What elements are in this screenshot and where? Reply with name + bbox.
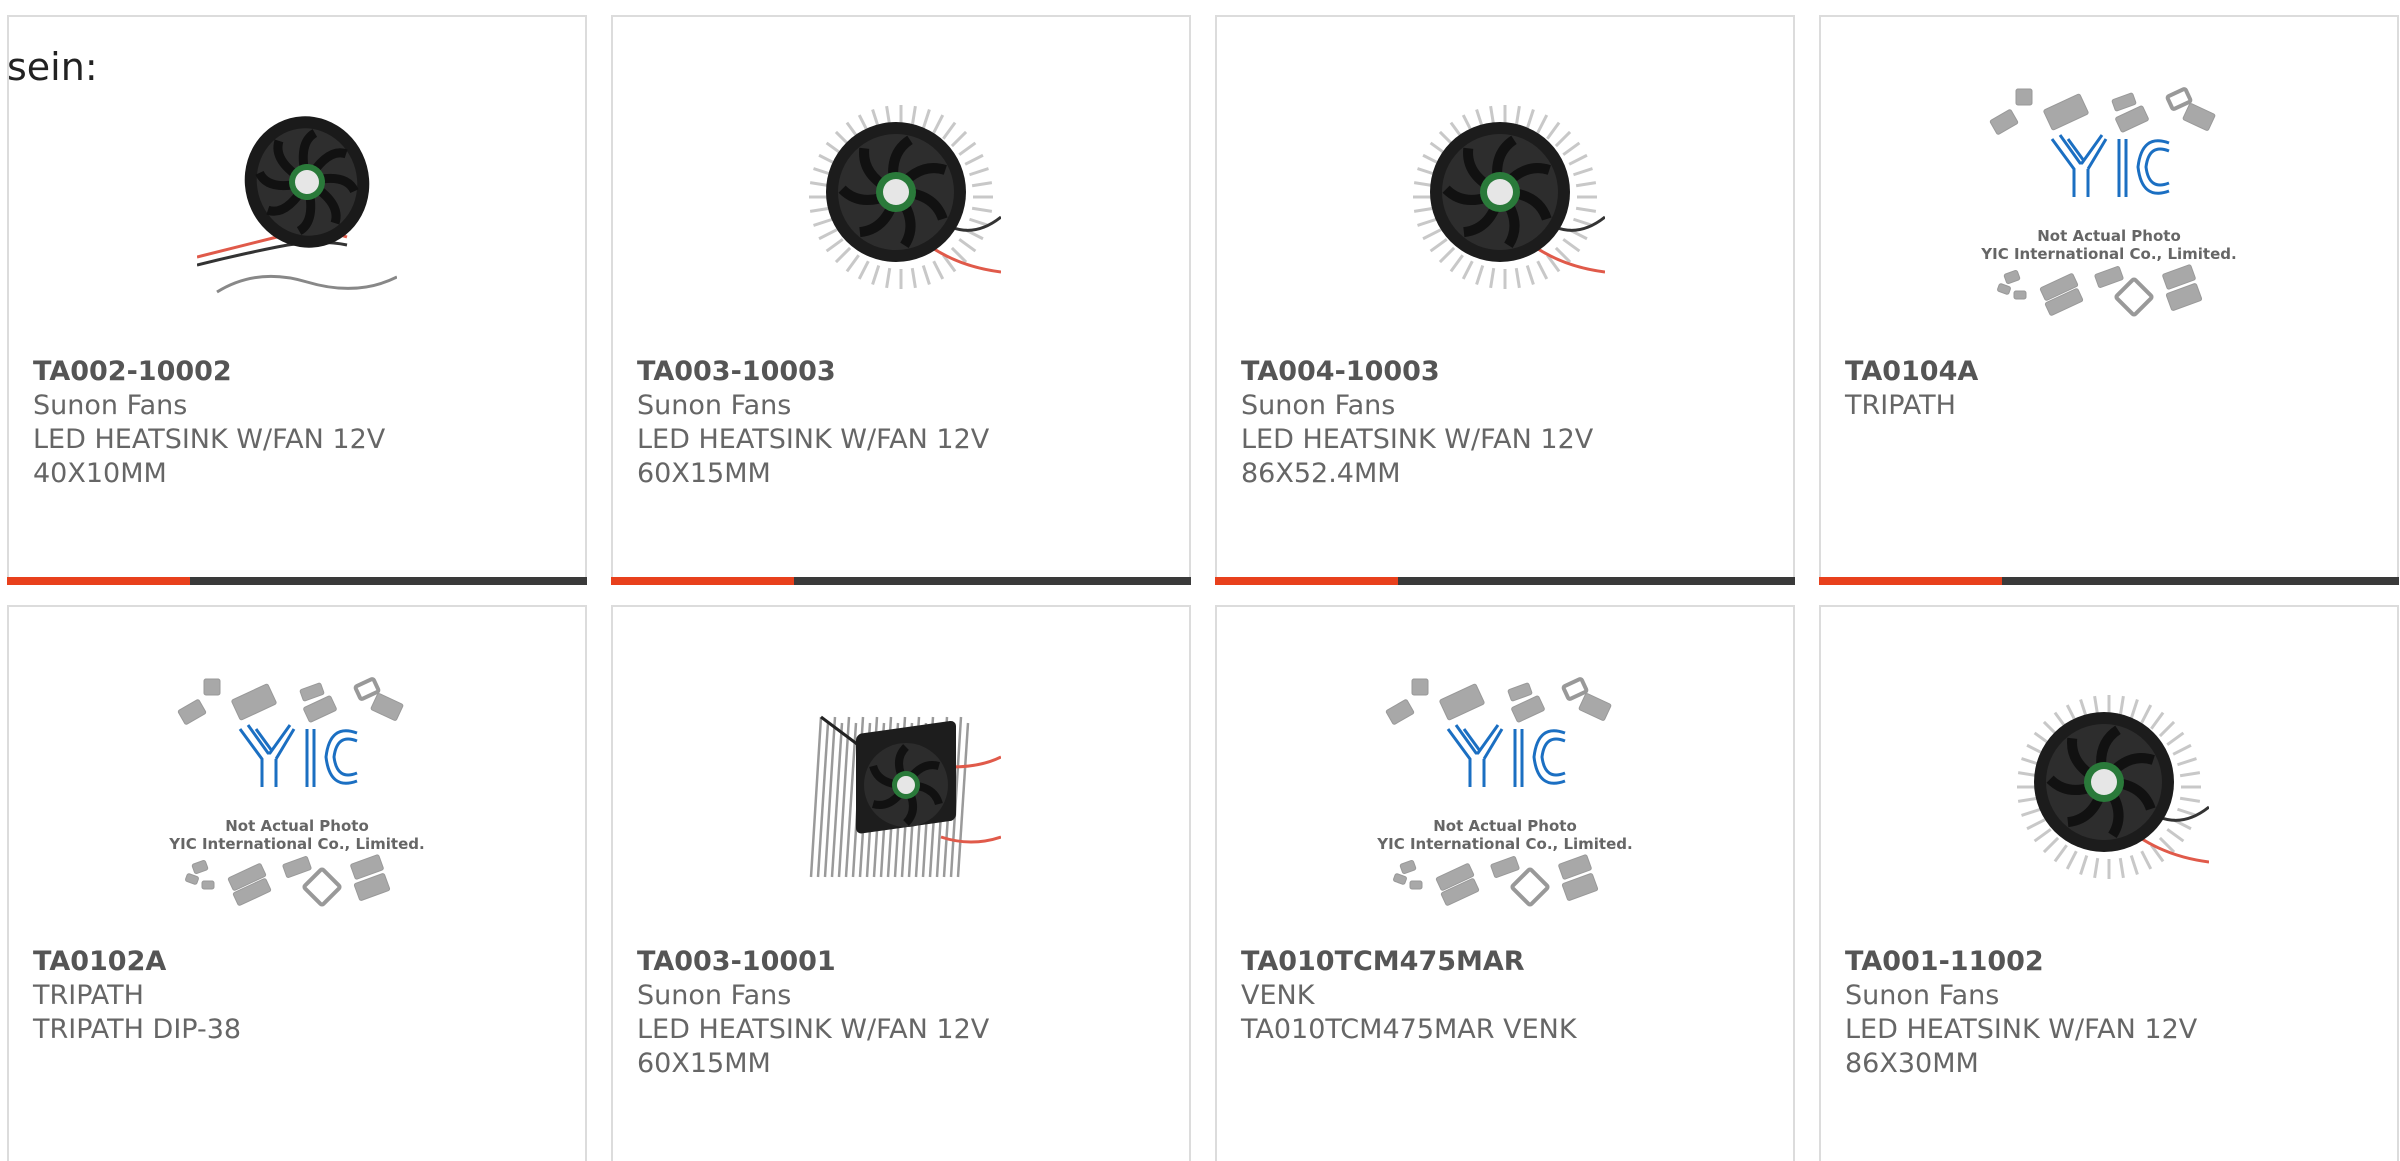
product-description-line-1: LED HEATSINK W/FAN 12V	[1845, 1014, 2198, 1045]
product-info: TA003-10003 Sunon Fans LED HEATSINK W/FA…	[637, 355, 989, 491]
page: sein: TA002-10002 Sunon Fans LED HEATSIN…	[0, 0, 2400, 1161]
fan-small-icon	[197, 116, 397, 294]
card-accent-bar	[7, 577, 190, 585]
product-image[interactable]: Not Actual Photo YIC International Co., …	[1217, 677, 1793, 907]
product-part-number[interactable]: TA003-10001	[637, 945, 989, 979]
product-description-line-2: 86X52.4MM	[1241, 458, 1401, 489]
product-manufacturer: Sunon Fans	[1241, 390, 1396, 421]
product-image[interactable]: Not Actual Photo YIC International Co., …	[9, 677, 585, 907]
product-card[interactable]: TA002-10002 Sunon Fans LED HEATSINK W/FA…	[7, 15, 587, 585]
chip-icons	[1385, 677, 1612, 907]
product-manufacturer: Sunon Fans	[1845, 980, 2000, 1011]
product-card[interactable]: Not Actual Photo YIC International Co., …	[7, 605, 587, 1161]
product-grid: TA002-10002 Sunon Fans LED HEATSINK W/FA…	[7, 15, 2400, 1161]
yic-logo-icon	[1446, 724, 1566, 787]
fan-heatsink-icon	[1413, 105, 1605, 289]
product-manufacturer: Sunon Fans	[637, 980, 792, 1011]
product-card[interactable]: TA003-10003 Sunon Fans LED HEATSINK W/FA…	[611, 15, 1191, 585]
card-bottom-bar	[611, 577, 1191, 585]
product-image[interactable]	[613, 677, 1189, 897]
product-info: TA002-10002 Sunon Fans LED HEATSINK W/FA…	[33, 355, 385, 491]
placeholder-caption-1: Not Actual Photo	[2037, 227, 2181, 245]
product-part-number[interactable]: TA0104A	[1845, 355, 1978, 389]
product-info: TA0104A TRIPATH	[1845, 355, 1978, 423]
card-accent-bar	[611, 577, 794, 585]
product-image[interactable]	[613, 87, 1189, 307]
product-description-line-1: LED HEATSINK W/FAN 12V	[637, 424, 990, 455]
product-description-line-2: 60X15MM	[637, 1048, 771, 1079]
placeholder-caption-1: Not Actual Photo	[1433, 817, 1577, 835]
card-accent-bar	[1215, 577, 1398, 585]
yic-logo-icon	[2050, 134, 2170, 197]
placeholder-caption-2: YIC International Co., Limited.	[1377, 835, 1633, 853]
product-manufacturer: Sunon Fans	[637, 390, 792, 421]
product-description-line-2: 40X10MM	[33, 458, 167, 489]
product-info: TA003-10001 Sunon Fans LED HEATSINK W/FA…	[637, 945, 989, 1081]
product-card[interactable]: TA001-11002 Sunon Fans LED HEATSINK W/FA…	[1819, 605, 2399, 1161]
product-info: TA001-11002 Sunon Fans LED HEATSINK W/FA…	[1845, 945, 2197, 1081]
product-part-number[interactable]: TA002-10002	[33, 355, 385, 389]
product-info: TA004-10003 Sunon Fans LED HEATSINK W/FA…	[1241, 355, 1593, 491]
product-card[interactable]: Not Actual Photo YIC International Co., …	[1215, 605, 1795, 1161]
product-manufacturer: VENK	[1241, 980, 1315, 1011]
product-part-number[interactable]: TA001-11002	[1845, 945, 2197, 979]
product-manufacturer: Sunon Fans	[33, 390, 188, 421]
lead-text: sein:	[7, 45, 98, 89]
product-image[interactable]	[1821, 677, 2397, 897]
placeholder-caption-2: YIC International Co., Limited.	[1981, 245, 2237, 263]
product-description-line-1: TA010TCM475MAR VENK	[1241, 1014, 1577, 1045]
product-card[interactable]: TA003-10001 Sunon Fans LED HEATSINK W/FA…	[611, 605, 1191, 1161]
product-card[interactable]: Not Actual Photo YIC International Co., …	[1819, 15, 2399, 585]
yic-placeholder-image: Not Actual Photo YIC International Co., …	[162, 667, 432, 907]
product-image[interactable]: Not Actual Photo YIC International Co., …	[1821, 87, 2397, 317]
product-description-line-2: 86X30MM	[1845, 1048, 1979, 1079]
card-bottom-bar	[1215, 577, 1795, 585]
product-card[interactable]: TA004-10003 Sunon Fans LED HEATSINK W/FA…	[1215, 15, 1795, 585]
yic-placeholder-image: Not Actual Photo YIC International Co., …	[1370, 667, 1640, 907]
product-image[interactable]	[9, 87, 585, 307]
product-info: TA0102A TRIPATH TRIPATH DIP-38	[33, 945, 241, 1047]
placeholder-caption-1: Not Actual Photo	[225, 817, 369, 835]
chip-icons	[177, 677, 404, 907]
yic-placeholder-image: Not Actual Photo YIC International Co., …	[1974, 77, 2244, 317]
chip-icons	[1989, 87, 2216, 317]
product-info: TA010TCM475MAR VENK TA010TCM475MAR VENK	[1241, 945, 1577, 1047]
product-part-number[interactable]: TA004-10003	[1241, 355, 1593, 389]
product-description-line-2: 60X15MM	[637, 458, 771, 489]
product-part-number[interactable]: TA0102A	[33, 945, 241, 979]
card-bottom-bar	[1819, 577, 2399, 585]
product-description-line-1: LED HEATSINK W/FAN 12V	[33, 424, 386, 455]
product-manufacturer: TRIPATH	[33, 980, 144, 1011]
product-image[interactable]	[1217, 87, 1793, 307]
product-description-line-1: LED HEATSINK W/FAN 12V	[1241, 424, 1594, 455]
fan-heatsink-icon	[2017, 695, 2209, 879]
card-accent-bar	[1819, 577, 2002, 585]
product-manufacturer: TRIPATH	[1845, 390, 1956, 421]
product-description-line-1: TRIPATH DIP-38	[33, 1014, 242, 1045]
fan-heatsink-icon	[809, 105, 1001, 289]
placeholder-caption-2: YIC International Co., Limited.	[169, 835, 425, 853]
square-heatsink-icon	[809, 715, 1001, 878]
product-part-number[interactable]: TA003-10003	[637, 355, 989, 389]
product-description-line-1: LED HEATSINK W/FAN 12V	[637, 1014, 990, 1045]
card-bottom-bar	[7, 577, 587, 585]
product-part-number[interactable]: TA010TCM475MAR	[1241, 945, 1577, 979]
yic-logo-icon	[238, 724, 358, 787]
